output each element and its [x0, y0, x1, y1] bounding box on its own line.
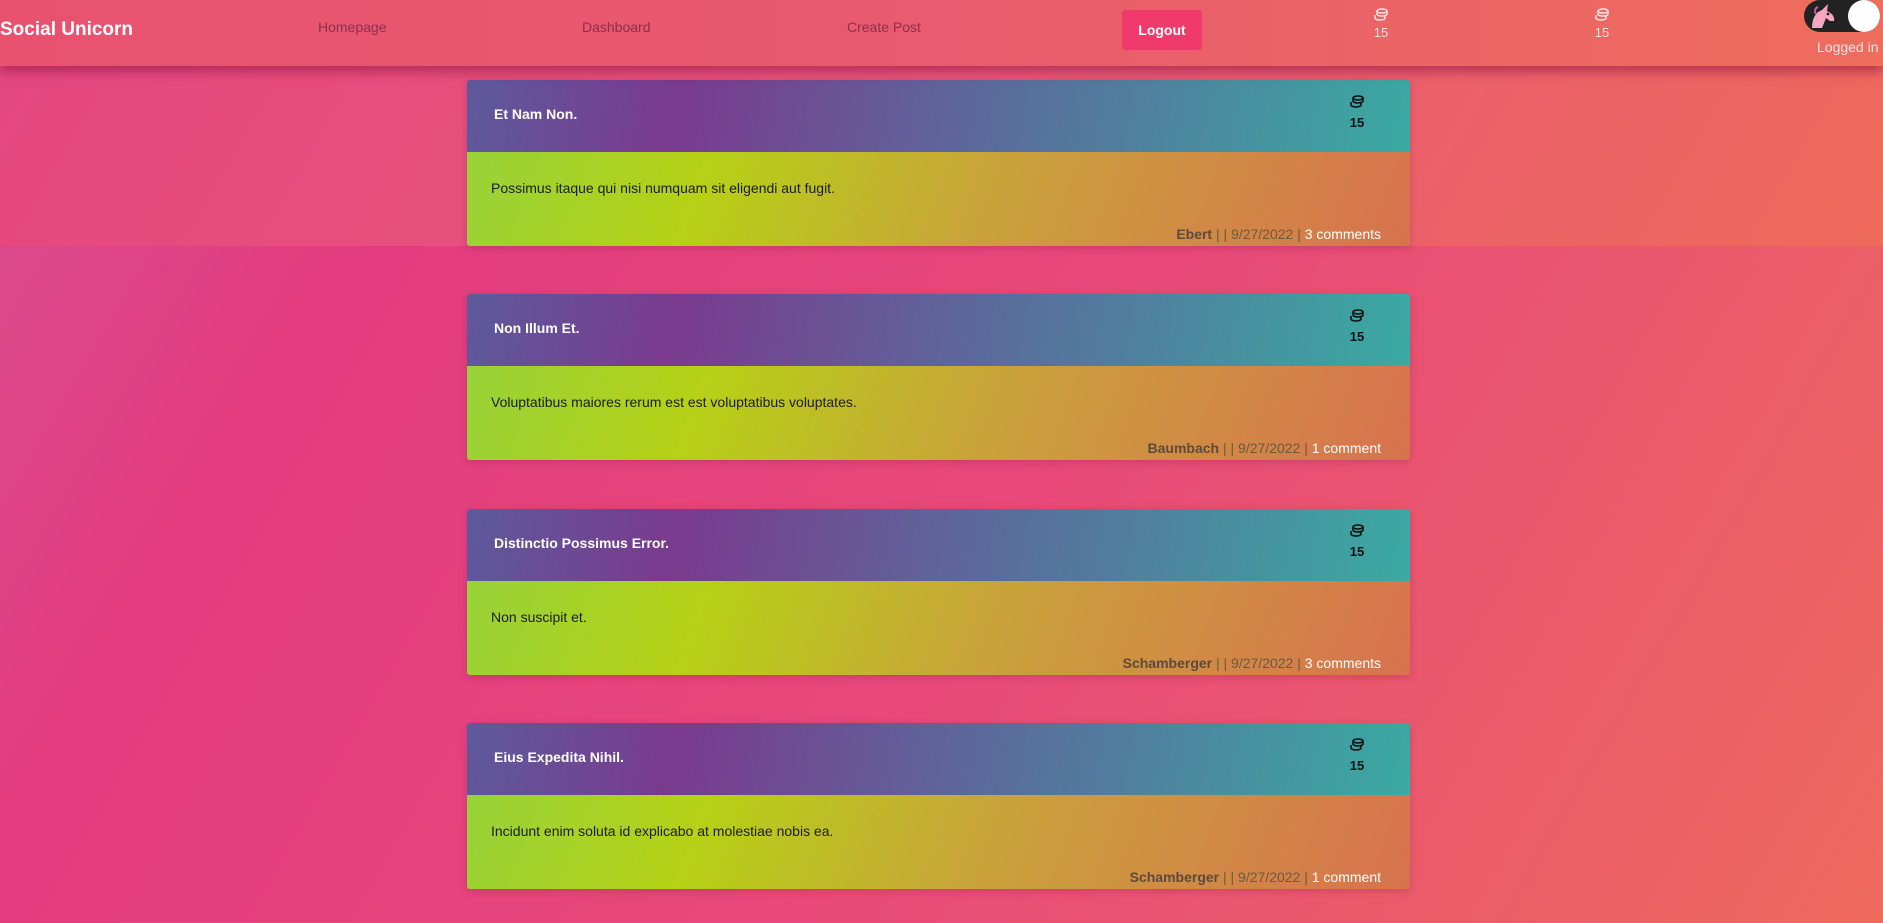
- post-coin-count: 15: [1349, 115, 1365, 130]
- post-card[interactable]: Et Nam Non. 15 Possimus itaque qui nisi …: [467, 80, 1410, 246]
- post-body: Voluptatibus maiores rerum est est volup…: [467, 366, 1410, 460]
- post-coin-count: 15: [1349, 758, 1365, 773]
- post-comments-link[interactable]: 3 comments: [1305, 226, 1381, 242]
- post-text: Possimus itaque qui nisi numquam sit eli…: [491, 180, 835, 196]
- post-author[interactable]: Ebert: [1176, 226, 1212, 242]
- post-body: Possimus itaque qui nisi numquam sit eli…: [467, 152, 1410, 246]
- post-card[interactable]: Eius Expedita Nihil. 15 Incidunt enim so…: [467, 723, 1410, 889]
- nav-link-create-post[interactable]: Create Post: [847, 19, 921, 35]
- nav-link-homepage[interactable]: Homepage: [318, 19, 387, 35]
- post-header: Distinctio Possimus Error. 15: [467, 509, 1410, 581]
- post-comments-link[interactable]: 3 comments: [1305, 655, 1381, 671]
- coin-counter-1: 15: [1361, 8, 1401, 40]
- post-title[interactable]: Et Nam Non.: [494, 106, 577, 122]
- post-header: Eius Expedita Nihil. 15: [467, 723, 1410, 795]
- coin-counter-value: 15: [1373, 25, 1389, 40]
- nav-link-dashboard[interactable]: Dashboard: [582, 19, 651, 35]
- post-meta: Baumbach | | 9/27/2022 | 1 comment: [1148, 440, 1381, 456]
- brand-logo[interactable]: Social Unicorn: [0, 19, 133, 41]
- login-status: Logged in: [1817, 39, 1879, 55]
- post-coins[interactable]: 15: [1342, 524, 1372, 559]
- post-coins[interactable]: 15: [1342, 309, 1372, 344]
- coin-counter-2: 15: [1582, 8, 1622, 40]
- post-card[interactable]: Distinctio Possimus Error. 15 Non suscip…: [467, 509, 1410, 675]
- post-comments-link[interactable]: 1 comment: [1312, 869, 1381, 885]
- unicorn-icon: [1812, 4, 1835, 28]
- post-meta: Schamberger | | 9/27/2022 | 1 comment: [1130, 869, 1381, 885]
- coin-counter-value: 15: [1594, 25, 1610, 40]
- theme-toggle[interactable]: [1804, 0, 1880, 32]
- coins-icon: [1350, 309, 1364, 322]
- toggle-knob[interactable]: [1848, 0, 1880, 32]
- logout-button[interactable]: Logout: [1122, 10, 1202, 50]
- coins-icon: [1350, 738, 1364, 751]
- post-meta: Schamberger | | 9/27/2022 | 3 comments: [1123, 655, 1381, 671]
- post-title[interactable]: Non Illum Et.: [494, 320, 580, 336]
- post-text: Voluptatibus maiores rerum est est volup…: [491, 394, 857, 410]
- post-author[interactable]: Baumbach: [1148, 440, 1220, 456]
- post-author[interactable]: Schamberger: [1123, 655, 1212, 671]
- navbar: Social Unicorn Homepage Dashboard Create…: [0, 0, 1883, 66]
- post-coins[interactable]: 15: [1342, 738, 1372, 773]
- post-text: Incidunt enim soluta id explicabo at mol…: [491, 823, 834, 839]
- post-author[interactable]: Schamberger: [1130, 869, 1219, 885]
- coins-icon: [1350, 95, 1364, 108]
- coins-icon: [1374, 8, 1388, 21]
- coins-icon: [1595, 8, 1609, 21]
- post-coin-count: 15: [1349, 544, 1365, 559]
- post-text: Non suscipit et.: [491, 609, 587, 625]
- post-date: | | 9/27/2022 |: [1212, 655, 1305, 671]
- post-coins[interactable]: 15: [1342, 95, 1372, 130]
- post-date: | | 9/27/2022 |: [1219, 440, 1312, 456]
- post-date: | | 9/27/2022 |: [1212, 226, 1305, 242]
- post-date: | | 9/27/2022 |: [1219, 869, 1312, 885]
- post-title[interactable]: Distinctio Possimus Error.: [494, 535, 669, 551]
- post-header: Non Illum Et. 15: [467, 294, 1410, 366]
- post-body: Non suscipit et. Schamberger | | 9/27/20…: [467, 581, 1410, 675]
- coins-icon: [1350, 524, 1364, 537]
- post-card[interactable]: Non Illum Et. 15 Voluptatibus maiores re…: [467, 294, 1410, 460]
- post-body: Incidunt enim soluta id explicabo at mol…: [467, 795, 1410, 889]
- post-meta: Ebert | | 9/27/2022 | 3 comments: [1176, 226, 1381, 242]
- post-coin-count: 15: [1349, 329, 1365, 344]
- post-comments-link[interactable]: 1 comment: [1312, 440, 1381, 456]
- post-header: Et Nam Non. 15: [467, 80, 1410, 152]
- post-title[interactable]: Eius Expedita Nihil.: [494, 749, 624, 765]
